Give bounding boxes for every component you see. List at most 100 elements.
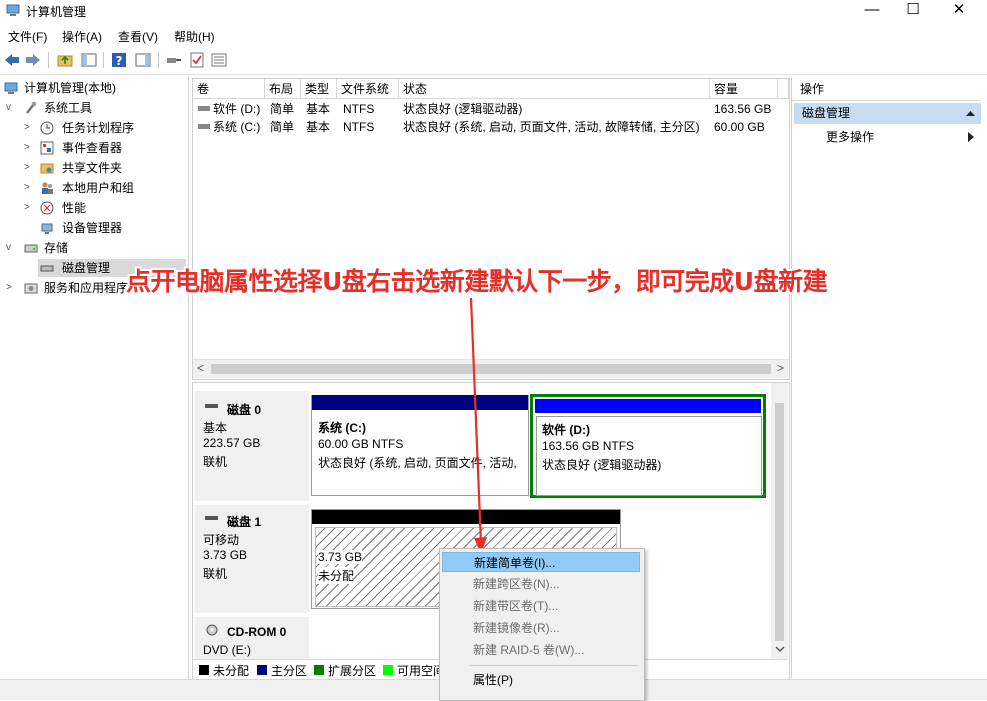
- clock-icon: [40, 121, 54, 135]
- performance-icon: [40, 201, 54, 215]
- toolbar-separator: [48, 52, 49, 68]
- scroll-thumb[interactable]: [775, 403, 784, 641]
- actions-more-actions[interactable]: 更多操作: [794, 127, 981, 147]
- table-row[interactable]: 系统 (C:) 简单 基本 NTFS 状态良好 (系统, 启动, 页面文件, 活…: [193, 118, 787, 136]
- disk0-name: 磁盘 0: [227, 403, 262, 417]
- disk1-size: 3.73 GB: [203, 548, 248, 562]
- chevron-right-icon[interactable]: >: [24, 139, 34, 157]
- tree-item-label: 磁盘管理: [62, 261, 111, 275]
- close-button[interactable]: ✕: [936, 0, 982, 22]
- show-hide-action-pane-icon[interactable]: [134, 51, 152, 69]
- shared-folder-icon: [40, 163, 54, 174]
- more-actions-label: 更多操作: [826, 130, 875, 144]
- context-menu: 新建简单卷(I)... 新建跨区卷(N)... 新建带区卷(T)... 新建镜像…: [439, 548, 645, 701]
- chevron-right-icon[interactable]: >: [24, 179, 34, 197]
- column-header-status[interactable]: 状态: [399, 79, 710, 99]
- cell-type: 基本: [306, 120, 331, 134]
- maximize-button[interactable]: ☐: [890, 0, 936, 22]
- cell-volume: 软件 (D:): [213, 102, 261, 116]
- device-manager-icon: [41, 223, 53, 234]
- menu-view[interactable]: 查看(V): [118, 28, 158, 45]
- tools-icon: [26, 101, 37, 114]
- collapse-icon[interactable]: [966, 110, 975, 117]
- column-header-filesystem[interactable]: 文件系统: [337, 79, 399, 99]
- partition-title: 系统 (C:): [318, 421, 366, 435]
- legend-swatch-unallocated: [199, 665, 209, 675]
- table-row[interactable]: 软件 (D:) 简单 基本 NTFS 状态良好 (逻辑驱动器) 163.56 G…: [193, 100, 787, 118]
- window-title: 计算机管理: [26, 5, 87, 19]
- drive-icon: [198, 124, 210, 129]
- column-header-more[interactable]: [778, 79, 789, 99]
- cdrom-label[interactable]: CD-ROM 0 DVD (E:): [195, 617, 310, 661]
- cdrom-icon: [206, 624, 218, 636]
- tree-item-label: 事件查看器: [62, 141, 123, 155]
- chevron-right-icon[interactable]: >: [24, 199, 34, 217]
- disk-icon: [205, 516, 218, 520]
- disk-icon: [40, 265, 54, 272]
- disk0-label[interactable]: 磁盘 0 基本 223.57 GB 联机: [195, 391, 310, 501]
- partition-size: 3.73 GB: [318, 550, 363, 564]
- forward-arrow-icon[interactable]: [24, 51, 42, 69]
- actions-pane: 操作 磁盘管理 更多操作: [791, 78, 982, 678]
- computer-management-icon: [4, 82, 18, 94]
- checklist-icon[interactable]: [188, 51, 206, 69]
- storage-icon: [24, 244, 38, 253]
- menu-item-new-raid5-volume[interactable]: 新建 RAID-5 卷(W)...: [442, 640, 640, 660]
- column-header-volume[interactable]: 卷: [193, 79, 265, 99]
- actions-header: 操作: [792, 78, 981, 101]
- menu-help[interactable]: 帮助(H): [174, 28, 215, 45]
- menu-item-new-spanned-volume[interactable]: 新建跨区卷(N)...: [442, 574, 640, 594]
- scroll-left-button[interactable]: <: [197, 361, 204, 375]
- disk1-label[interactable]: 磁盘 1 可移动 3.73 GB 联机: [195, 505, 310, 613]
- chevron-right-icon[interactable]: >: [24, 119, 34, 137]
- cell-type: 基本: [306, 102, 331, 116]
- toolbar: ?: [0, 46, 987, 75]
- chevron-right-icon: [968, 132, 974, 142]
- menu-item-properties[interactable]: 属性(P): [442, 670, 640, 690]
- tree-item-label: 服务和应用程序: [44, 281, 129, 295]
- actions-title: 操作: [800, 82, 825, 96]
- cell-capacity: 163.56 GB: [714, 102, 772, 116]
- actions-section-label: 磁盘管理: [802, 106, 851, 120]
- connect-icon[interactable]: [165, 51, 183, 69]
- up-folder-icon[interactable]: [56, 51, 74, 69]
- chevron-right-icon[interactable]: >: [6, 279, 16, 297]
- partition-d[interactable]: 软件 (D:) 163.56 GB NTFS 状态良好 (逻辑驱动器): [530, 394, 766, 498]
- disk1-name: 磁盘 1: [227, 515, 262, 529]
- menu-item-new-striped-volume[interactable]: 新建带区卷(T)...: [442, 596, 640, 616]
- toolbar-separator: [103, 52, 104, 68]
- drive-icon: [198, 106, 210, 111]
- show-hide-tree-icon[interactable]: [80, 51, 98, 69]
- chevron-down-icon[interactable]: v: [6, 99, 16, 117]
- cell-status: 状态良好 (系统, 启动, 页面文件, 活动, 故障转储, 主分区): [403, 120, 700, 134]
- chevron-down-icon[interactable]: v: [6, 239, 16, 257]
- scroll-right-button[interactable]: >: [777, 361, 784, 375]
- help-icon[interactable]: ?: [110, 51, 128, 69]
- red-arrow-icon: [469, 297, 487, 554]
- menu-action[interactable]: 操作(A): [62, 28, 102, 45]
- chevron-right-icon[interactable]: >: [24, 159, 34, 177]
- column-header-layout[interactable]: 布局: [265, 79, 301, 99]
- minimize-button[interactable]: —: [849, 0, 895, 22]
- column-header-type[interactable]: 类型: [301, 79, 337, 99]
- tree-root-label: 计算机管理(本地): [24, 81, 116, 95]
- menu-item-new-mirrored-volume[interactable]: 新建镜像卷(R)...: [442, 618, 640, 638]
- column-header-capacity[interactable]: 容量: [710, 79, 778, 99]
- actions-section-disk-management[interactable]: 磁盘管理: [794, 103, 981, 124]
- menu-file[interactable]: 文件(F): [8, 28, 47, 45]
- disk0-type: 基本: [203, 421, 228, 435]
- partition-status: 未分配: [318, 567, 355, 584]
- chevron-down-icon[interactable]: [775, 645, 785, 653]
- vertical-scrollbar[interactable]: [771, 383, 788, 659]
- tree-item-label: 存储: [44, 241, 69, 255]
- properties-list-icon[interactable]: [210, 51, 228, 69]
- partition-size: 60.00 GB NTFS: [318, 437, 404, 451]
- back-arrow-icon[interactable]: [3, 51, 21, 69]
- tree-item-label: 本地用户和组: [62, 181, 135, 195]
- computer-management-icon: [6, 4, 20, 16]
- cell-layout: 简单: [270, 120, 295, 134]
- cdrom-type: DVD (E:): [203, 643, 251, 657]
- menu-item-new-simple-volume[interactable]: 新建简单卷(I)...: [442, 552, 640, 572]
- cell-volume: 系统 (C:): [213, 120, 261, 134]
- tree-item-label: 性能: [62, 201, 87, 215]
